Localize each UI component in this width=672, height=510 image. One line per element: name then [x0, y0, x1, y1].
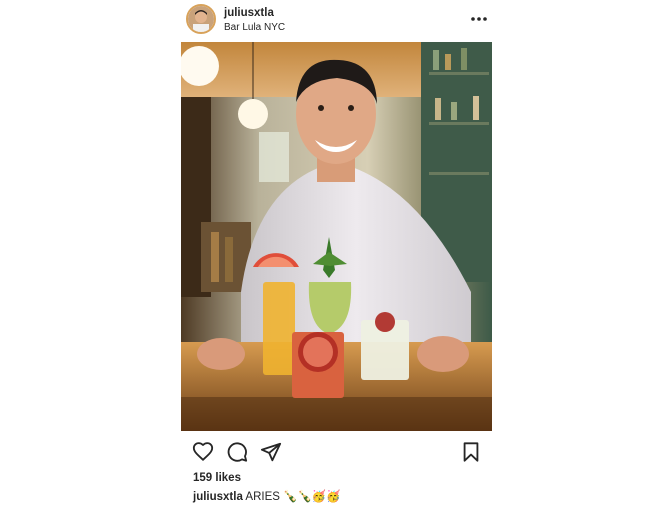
post-location[interactable]: Bar Lula NYC: [224, 22, 285, 33]
post-actions: [188, 441, 488, 463]
post-caption: juliusxtla ARIES 🍾🍾🥳🥳: [193, 489, 340, 503]
more-options-icon[interactable]: [468, 11, 490, 27]
caption-username[interactable]: juliusxtla: [193, 491, 243, 503]
post-username[interactable]: juliusxtla: [224, 7, 274, 19]
caption-text: ARIES 🍾🍾🥳🥳: [245, 491, 341, 503]
bookmark-icon[interactable]: [460, 441, 482, 463]
avatar[interactable]: [186, 4, 216, 34]
comment-icon[interactable]: [226, 441, 248, 463]
post-header: juliusxtla Bar Lula NYC: [186, 4, 496, 36]
likes-count[interactable]: 159 likes: [193, 472, 241, 484]
post-photo[interactable]: [181, 42, 492, 431]
heart-icon[interactable]: [192, 441, 214, 463]
avatar-image: [188, 6, 214, 32]
send-icon[interactable]: [260, 441, 282, 463]
